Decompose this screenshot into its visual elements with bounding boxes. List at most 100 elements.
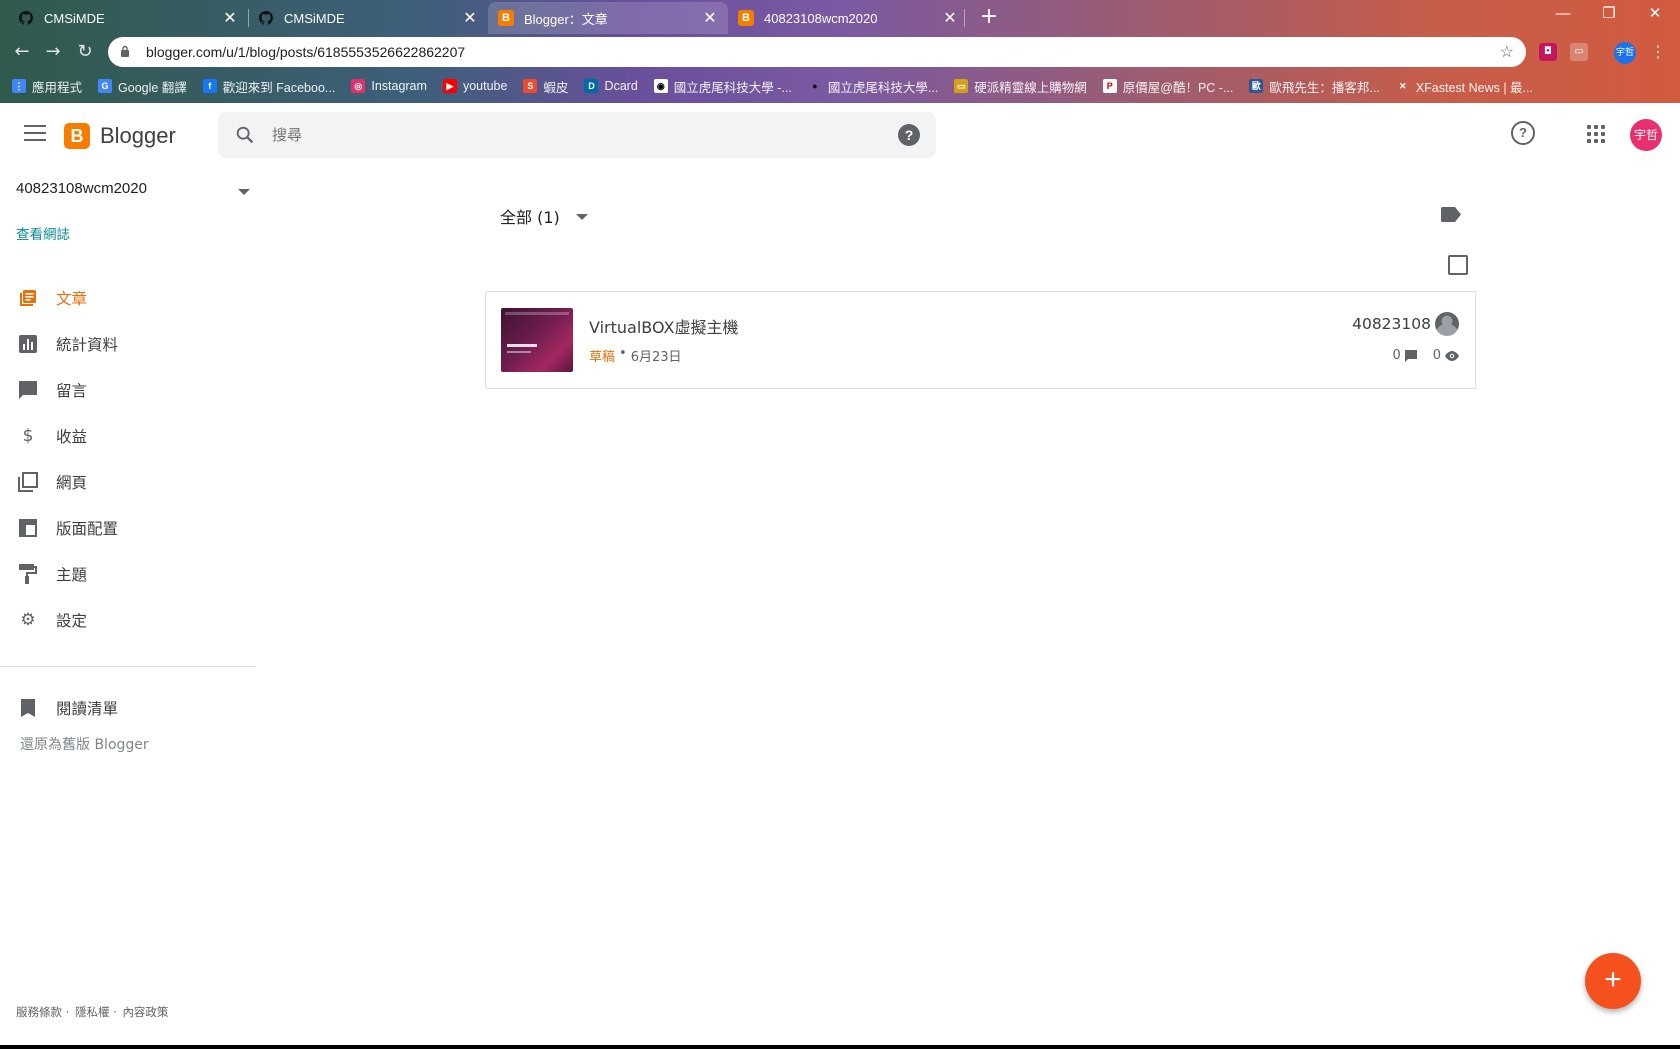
new-tab-button[interactable]: + bbox=[975, 4, 1003, 32]
bookmark-label: 蝦皮 bbox=[543, 80, 569, 95]
browser-tab-cmsimde-2[interactable]: CMSiMDE ✕ bbox=[248, 2, 488, 34]
browser-tab-blogger-posts[interactable]: B Blogger：文章 ✕ bbox=[488, 2, 728, 34]
bookmark-item[interactable]: f 歡迎來到 Faceboo... bbox=[202, 77, 335, 96]
bookmark-star-icon[interactable]: ☆ bbox=[1500, 42, 1514, 62]
bookmark-item[interactable]: G Google 翻譯 bbox=[98, 77, 187, 96]
browser-menu-icon[interactable]: ⋮ bbox=[1650, 42, 1666, 61]
bookmark-item[interactable]: D Dcard bbox=[584, 79, 638, 93]
post-list-item[interactable]: VirtualBOX虛擬主機 草稿 • 6月23日 40823108 0 0 bbox=[485, 291, 1476, 389]
sidebar-item-settings[interactable]: ⚙ 設定 bbox=[0, 600, 256, 640]
sidebar-item-pages[interactable]: 網頁 bbox=[0, 462, 256, 502]
close-icon[interactable]: ✕ bbox=[222, 8, 238, 28]
sidebar-item-label: 文章 bbox=[56, 290, 88, 308]
tab-title: CMSiMDE bbox=[44, 10, 105, 26]
bookmarks-bar: ⋮ 應用程式 G Google 翻譯 f 歡迎來到 Faceboo... ◎ Insta… bbox=[0, 72, 1680, 100]
sidebar-item-earnings[interactable]: $ 收益 bbox=[0, 416, 256, 456]
view-blog-link[interactable]: 查看網誌 bbox=[16, 223, 70, 243]
bookmark-item[interactable]: ● 國立虎尾科技大學... bbox=[808, 77, 938, 96]
bookmark-item[interactable]: ◉ 國立虎尾科技大學 -... bbox=[653, 77, 792, 96]
extension-pocket-icon[interactable]: ◘ bbox=[1539, 43, 1557, 61]
extension-icon[interactable]: ▭ bbox=[1570, 43, 1588, 61]
footer-separator: · bbox=[113, 1005, 117, 1019]
facebook-icon: f bbox=[202, 79, 217, 93]
select-all-checkbox[interactable] bbox=[1448, 255, 1468, 275]
search-bar: ? bbox=[218, 112, 936, 158]
bookmark-item[interactable]: ◎ Instagram bbox=[351, 79, 427, 93]
bookmark-label: 歐飛先生：播客邦... bbox=[1269, 80, 1380, 95]
help-icon[interactable]: ? bbox=[1511, 121, 1535, 145]
browser-tab-cmsimde-1[interactable]: CMSiMDE ✕ bbox=[8, 2, 248, 34]
tab-title: CMSiMDE bbox=[284, 10, 345, 26]
pc-icon: P bbox=[1102, 79, 1117, 93]
post-stats: 0 0 bbox=[1392, 348, 1459, 363]
bookmark-label: Google 翻譯 bbox=[118, 80, 187, 95]
bookmark-item[interactable]: ▭ 硬派精靈線上購物網 bbox=[954, 77, 1087, 96]
close-icon[interactable]: ✕ bbox=[462, 8, 478, 28]
terms-link[interactable]: 服務條款 bbox=[16, 1005, 62, 1019]
blogger-logo-icon[interactable]: B bbox=[64, 123, 90, 149]
address-bar[interactable]: blogger.com/u/1/blog/posts/6185553526622… bbox=[108, 37, 1526, 67]
revert-to-classic-link[interactable]: 還原為舊版 Blogger bbox=[20, 734, 149, 754]
browser-tab-blog[interactable]: B 40823108wcm2020 ✕ bbox=[728, 2, 968, 34]
content-policy-link[interactable]: 內容政策 bbox=[122, 1005, 168, 1019]
close-icon[interactable]: ✕ bbox=[942, 8, 958, 28]
sidebar-item-comments[interactable]: 留言 bbox=[0, 370, 256, 410]
restore-button[interactable]: ❐ bbox=[1586, 0, 1632, 30]
bookmark-label: 原價屋@酷！PC -... bbox=[1122, 80, 1234, 95]
apps-grid-icon[interactable] bbox=[1587, 125, 1605, 143]
post-title[interactable]: VirtualBOX虛擬主機 bbox=[589, 314, 739, 338]
label-icon[interactable] bbox=[1441, 207, 1461, 222]
sidebar-divider bbox=[0, 666, 256, 667]
sidebar-item-label: 設定 bbox=[56, 612, 88, 630]
stats-icon bbox=[18, 334, 38, 354]
bookmark-label: Dcard bbox=[604, 79, 638, 93]
sidebar-item-reading-list[interactable]: 閱讀清單 bbox=[0, 688, 256, 728]
chevron-down-icon bbox=[575, 214, 588, 220]
close-window-button[interactable]: ✕ bbox=[1632, 0, 1678, 30]
search-icon[interactable] bbox=[234, 124, 256, 146]
bookmark-item[interactable]: P 原價屋@酷！PC -... bbox=[1102, 77, 1234, 96]
post-filter-dropdown[interactable]: 全部 (1) bbox=[500, 204, 588, 228]
bookmark-item[interactable]: ▶ youtube bbox=[442, 79, 508, 93]
blog-name: 40823108wcm2020 bbox=[16, 180, 147, 197]
sidebar-item-layout[interactable]: 版面配置 bbox=[0, 508, 256, 548]
reload-button[interactable]: ↻ bbox=[73, 40, 97, 64]
blog-selector[interactable]: 40823108wcm2020 bbox=[16, 180, 256, 210]
bookmark-item[interactable]: ⋮ 應用程式 bbox=[12, 77, 82, 96]
sidebar-item-label: 收益 bbox=[56, 428, 88, 446]
sidebar-item-posts[interactable]: 文章 bbox=[0, 278, 256, 318]
filter-label: 全部 (1) bbox=[500, 208, 560, 227]
menu-icon[interactable] bbox=[24, 125, 46, 143]
close-icon[interactable]: ✕ bbox=[702, 8, 718, 28]
forward-button[interactable]: → bbox=[41, 40, 65, 64]
minimize-button[interactable]: — bbox=[1540, 0, 1586, 30]
github-icon: ● bbox=[812, 81, 818, 91]
tab-title: 40823108wcm2020 bbox=[764, 10, 878, 26]
app-header: B Blogger ? ? 宇哲 bbox=[0, 103, 1680, 166]
sidebar-item-theme[interactable]: 主題 bbox=[0, 554, 256, 594]
view-count-value: 0 bbox=[1432, 348, 1441, 363]
bookmark-label: 國立虎尾科技大學 -... bbox=[673, 80, 792, 95]
sidebar: 40823108wcm2020 查看網誌 文章 統計資料 留言 $ 收益 網頁 … bbox=[0, 166, 256, 1049]
post-thumbnail bbox=[501, 308, 573, 372]
meta-separator: • bbox=[619, 346, 627, 361]
eye-icon bbox=[1445, 350, 1459, 361]
app-name: Blogger bbox=[100, 123, 176, 148]
comments-icon bbox=[18, 380, 38, 400]
bookmark-label: youtube bbox=[462, 79, 508, 93]
bookmark-item[interactable]: S 蝦皮 bbox=[523, 77, 568, 96]
sidebar-item-stats[interactable]: 統計資料 bbox=[0, 324, 256, 364]
browser-profile-avatar[interactable]: 宇哲 bbox=[1614, 42, 1636, 64]
blogger-icon: B bbox=[738, 10, 754, 26]
new-post-button[interactable]: + bbox=[1585, 953, 1641, 1009]
bookmark-item[interactable]: 歐歐飛先生：播客邦... bbox=[1249, 77, 1380, 96]
search-help-icon[interactable]: ? bbox=[898, 124, 920, 146]
search-input[interactable] bbox=[272, 120, 872, 150]
sidebar-item-label: 版面配置 bbox=[56, 520, 119, 538]
nfu-icon: ◉ bbox=[653, 79, 668, 93]
back-button[interactable]: ← bbox=[10, 40, 34, 64]
avatar[interactable]: 宇哲 bbox=[1630, 119, 1662, 151]
bookmark-item[interactable]: ✕ XFastest News | 最... bbox=[1396, 77, 1533, 96]
footer-separator: · bbox=[65, 1005, 70, 1019]
privacy-link[interactable]: 隱私權 bbox=[75, 1005, 110, 1019]
